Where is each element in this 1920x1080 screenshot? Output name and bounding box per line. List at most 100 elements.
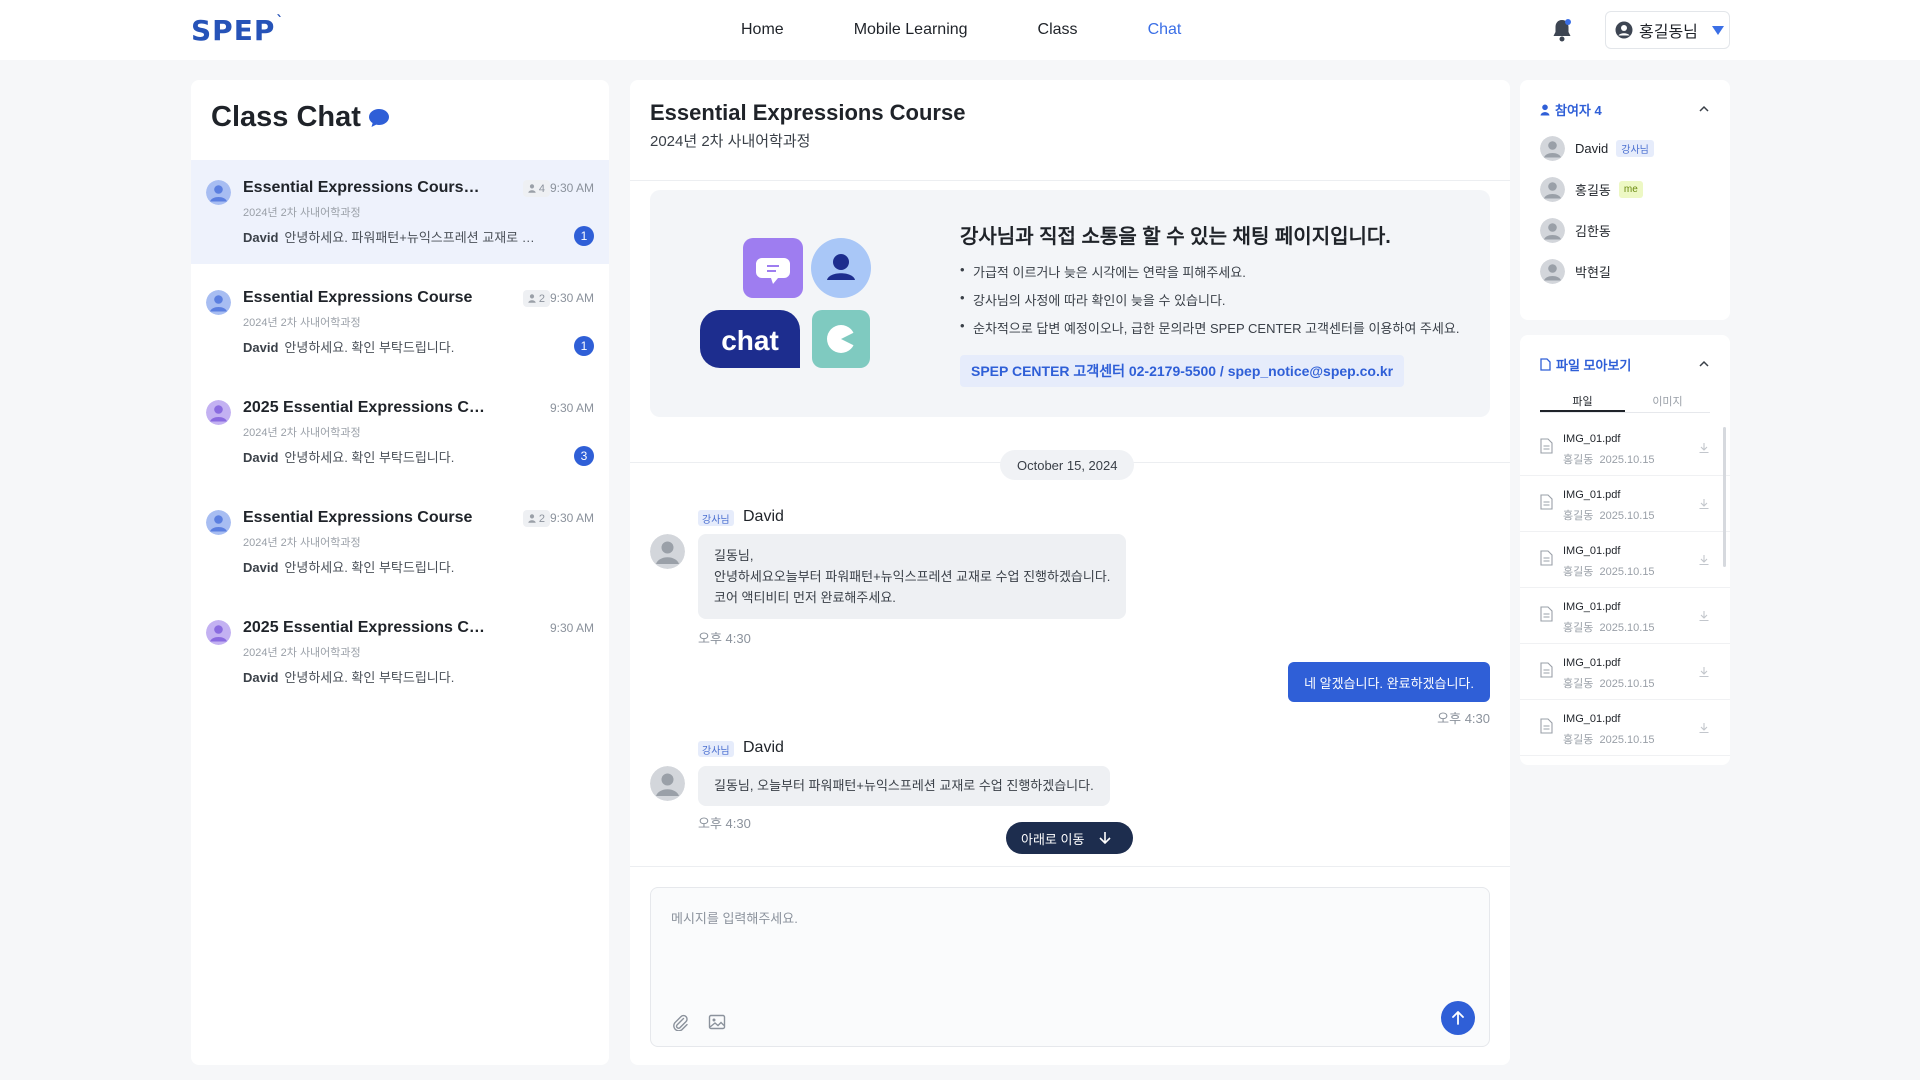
participants-heading: 참여자 4 [1540, 100, 1602, 119]
file-meta: 홍길동 2025.10.15 [1563, 734, 1655, 746]
room-time: 9:30 AM [549, 511, 594, 525]
image-icon[interactable] [708, 1013, 726, 1031]
bell-icon[interactable] [1551, 18, 1573, 42]
file-item[interactable]: IMG_01.pdf 홍길동 2025.10.15 [1520, 644, 1730, 700]
avatar [650, 534, 685, 569]
room-subtitle: 2024년 2차 사내어학과정 [243, 427, 361, 439]
file-icon [1540, 438, 1553, 454]
participant-name: 김한동 [1575, 223, 1611, 239]
file-item[interactable]: IMG_01.pdf 홍길동 2025.10.15 [1520, 476, 1730, 532]
chat-room-list-panel: Class Chat Essential Expressions Course … [191, 80, 609, 1065]
chevron-up-icon[interactable] [1698, 103, 1710, 115]
outgoing-message-bubble: 네 알겠습니다. 완료하겠습니다. [1288, 662, 1490, 702]
avatar [1540, 258, 1565, 284]
room-name: 2025 Essential Expressions Course [243, 399, 488, 416]
tab-images[interactable]: 이미지 [1625, 387, 1710, 412]
avatar [206, 290, 231, 315]
file-item[interactable]: IMG_01.pdf 홍길동 2025.10.15 [1520, 588, 1730, 644]
download-icon[interactable] [1698, 442, 1710, 454]
tab-files[interactable]: 파일 [1540, 387, 1625, 412]
person-icon [528, 184, 536, 193]
download-icon[interactable] [1698, 666, 1710, 678]
file-meta: 홍길동 2025.10.15 [1563, 454, 1655, 466]
message-time: 오후 4:30 [698, 631, 751, 646]
chat-room-item[interactable]: 2025 Essential Expressions Course 9:30 AM… [191, 380, 609, 484]
class-chat-heading: Class Chat [211, 101, 390, 134]
file-meta: 홍길동 2025.10.15 [1563, 678, 1655, 690]
nav-class[interactable]: Class [1038, 21, 1078, 39]
composer-divider [630, 866, 1510, 867]
paperclip-icon[interactable] [671, 1013, 689, 1031]
download-icon[interactable] [1698, 722, 1710, 734]
message-input[interactable] [651, 888, 1489, 998]
notice-title: 강사님과 직접 소통을 할 수 있는 채팅 페이지입니다. [960, 226, 1391, 248]
file-icon [1540, 550, 1553, 566]
participant-item: 박현길 [1540, 258, 1611, 284]
file-list-scrollbar[interactable] [1723, 427, 1726, 567]
nav-mobile-learning[interactable]: Mobile Learning [854, 21, 968, 39]
message-time: 오후 4:30 [698, 816, 751, 831]
file-item[interactable]: IMG_01.pdf 홍길동 2025.10.15 [1520, 700, 1730, 756]
spep-logo[interactable]: SPEP` [191, 14, 284, 47]
participant-tag: 강사님 [1616, 139, 1654, 157]
scroll-to-bottom-button[interactable]: 아래로 이동 [1006, 822, 1133, 854]
send-button[interactable] [1441, 1001, 1475, 1035]
room-time: 9:30 AM [549, 291, 594, 305]
chat-room-item[interactable]: Essential Expressions Course 2 9:30 AM 202… [191, 490, 609, 594]
chat-room-title: Essential Expressions Course [650, 100, 966, 125]
customer-center-contact[interactable]: SPEP CENTER 고객센터 02-2179-5500 / spep_not… [960, 355, 1405, 387]
file-icon [1540, 662, 1553, 678]
room-subtitle: 2024년 2차 사내어학과정 [243, 207, 361, 219]
person-icon [528, 514, 536, 523]
top-header: SPEP` Home Mobile Learning Class Chat 홍길… [0, 0, 1920, 60]
chat-conversation-panel: Essential Expressions Course 2024년 2차 사내… [630, 80, 1510, 1065]
user-menu-dropdown[interactable]: 홍길동님 [1605, 11, 1730, 49]
files-panel: 파일 모아보기 파일 이미지 IMG_01.pdf 홍길동 2025.10.15… [1520, 335, 1730, 765]
chat-room-item[interactable]: 2025 Essential Expressions Course 9:30 AM… [191, 600, 609, 704]
nav-chat[interactable]: Chat [1148, 21, 1182, 39]
room-time: 9:30 AM [549, 401, 594, 415]
chat-illustration: chat [700, 238, 871, 368]
file-item[interactable]: IMG_01.pdf 홍길동 2025.10.15 [1520, 532, 1730, 588]
participants-panel: 참여자 4 David 강사님 홍길동 me 김한동 박현길 [1520, 80, 1730, 320]
file-item[interactable]: IMG_01.pdf 홍길동 2025.10.15 [1520, 420, 1730, 476]
avatar [1540, 176, 1565, 202]
room-name: 2025 Essential Expressions Course [243, 619, 488, 636]
nav-home[interactable]: Home [741, 21, 784, 39]
incoming-message-bubble: 길동님, 오늘부터 파워패턴+뉴익스프레션 교재로 수업 진행하겠습니다. [698, 766, 1110, 806]
person-icon [528, 294, 536, 303]
chevron-down-icon [1711, 25, 1724, 35]
download-icon[interactable] [1698, 498, 1710, 510]
file-tabs: 파일 이미지 [1540, 387, 1710, 413]
room-name: Essential Expressions Course [243, 509, 473, 526]
instructor-badge: 강사님 [698, 741, 734, 757]
avatar [650, 766, 685, 801]
file-meta: 홍길동 2025.10.15 [1563, 566, 1655, 578]
last-message: David 안녕하세요. 확인 부탁드립니다. [243, 670, 455, 685]
person-icon [1540, 104, 1550, 115]
avatar [206, 510, 231, 535]
download-icon[interactable] [1698, 554, 1710, 566]
participant-name: 홍길동 [1575, 182, 1611, 198]
file-meta: 홍길동 2025.10.15 [1563, 622, 1655, 634]
avatar [1540, 217, 1565, 243]
file-name: IMG_01.pdf [1563, 657, 1621, 669]
member-count-badge: 4 [522, 180, 550, 197]
file-icon [1540, 606, 1553, 622]
notice-item: 가급적 이르거나 늦은 시각에는 연락을 피해주세요. [960, 262, 1459, 281]
chat-room-item[interactable]: Essential Expressions Course Ex... 4 9:30 … [191, 160, 609, 264]
room-time: 9:30 AM [549, 621, 594, 635]
unread-badge: 1 [574, 336, 594, 356]
chevron-up-icon[interactable] [1698, 358, 1710, 370]
file-name: IMG_01.pdf [1563, 433, 1621, 445]
notice-list: 가급적 이르거나 늦은 시각에는 연락을 피해주세요. 강사님의 사정에 따라 … [960, 262, 1459, 346]
file-icon [1540, 358, 1551, 371]
participant-item: 김한동 [1540, 217, 1611, 243]
avatar [206, 620, 231, 645]
last-message: David 안녕하세요. 확인 부탁드립니다. [243, 340, 455, 355]
chat-room-item[interactable]: Essential Expressions Course 2 9:30 AM 202… [191, 270, 609, 374]
room-name: Essential Expressions Course [243, 289, 473, 306]
download-icon[interactable] [1698, 610, 1710, 622]
room-time: 9:30 AM [549, 181, 594, 195]
message-sender: David [743, 508, 784, 525]
